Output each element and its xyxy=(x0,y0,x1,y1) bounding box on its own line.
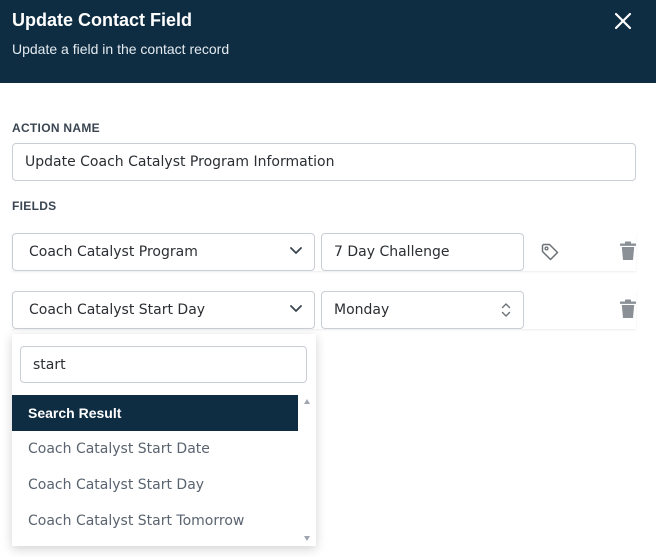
field-select-value: Coach Catalyst Program xyxy=(29,244,198,260)
dropdown-scrollbar[interactable] xyxy=(298,395,316,545)
chevron-down-icon xyxy=(290,305,302,312)
dropdown-group-header: Search Result xyxy=(12,395,298,431)
trash-icon[interactable] xyxy=(619,299,637,319)
action-name-label: ACTION NAME xyxy=(12,121,100,135)
dropdown-search-input[interactable]: start xyxy=(20,346,307,383)
tag-icon[interactable] xyxy=(540,242,560,262)
modal-subtitle: Update a field in the contact record xyxy=(12,41,230,57)
field-select[interactable]: Coach Catalyst Program xyxy=(12,233,315,271)
scroll-up-arrow-icon[interactable] xyxy=(304,399,310,404)
field-select-value: Coach Catalyst Start Day xyxy=(29,302,206,318)
up-down-icon xyxy=(501,303,511,317)
dropdown-option[interactable]: Coach Catalyst Start Tomorrow xyxy=(12,503,298,539)
modal-title: Update Contact Field xyxy=(12,10,193,30)
action-name-input[interactable]: Update Coach Catalyst Program Informatio… xyxy=(12,143,636,181)
field-select[interactable]: Coach Catalyst Start Day xyxy=(12,291,315,329)
value-select-value: Monday xyxy=(334,302,390,318)
trash-icon[interactable] xyxy=(619,241,637,261)
dropdown-option[interactable]: Coach Catalyst Start Day xyxy=(12,467,298,503)
chevron-down-icon xyxy=(290,247,302,254)
fields-label: FIELDS xyxy=(12,199,57,213)
close-icon[interactable] xyxy=(612,10,634,32)
field-dropdown-menu: start Search Result Coach Catalyst Start… xyxy=(12,334,316,546)
scroll-down-arrow-icon[interactable] xyxy=(304,536,310,541)
value-select[interactable]: Monday xyxy=(321,291,524,329)
modal-header: Update Contact Field Update a field in t… xyxy=(0,0,656,83)
field-value-input[interactable]: 7 Day Challenge xyxy=(321,233,524,271)
dropdown-option[interactable]: Coach Catalyst Start Date xyxy=(12,431,298,467)
